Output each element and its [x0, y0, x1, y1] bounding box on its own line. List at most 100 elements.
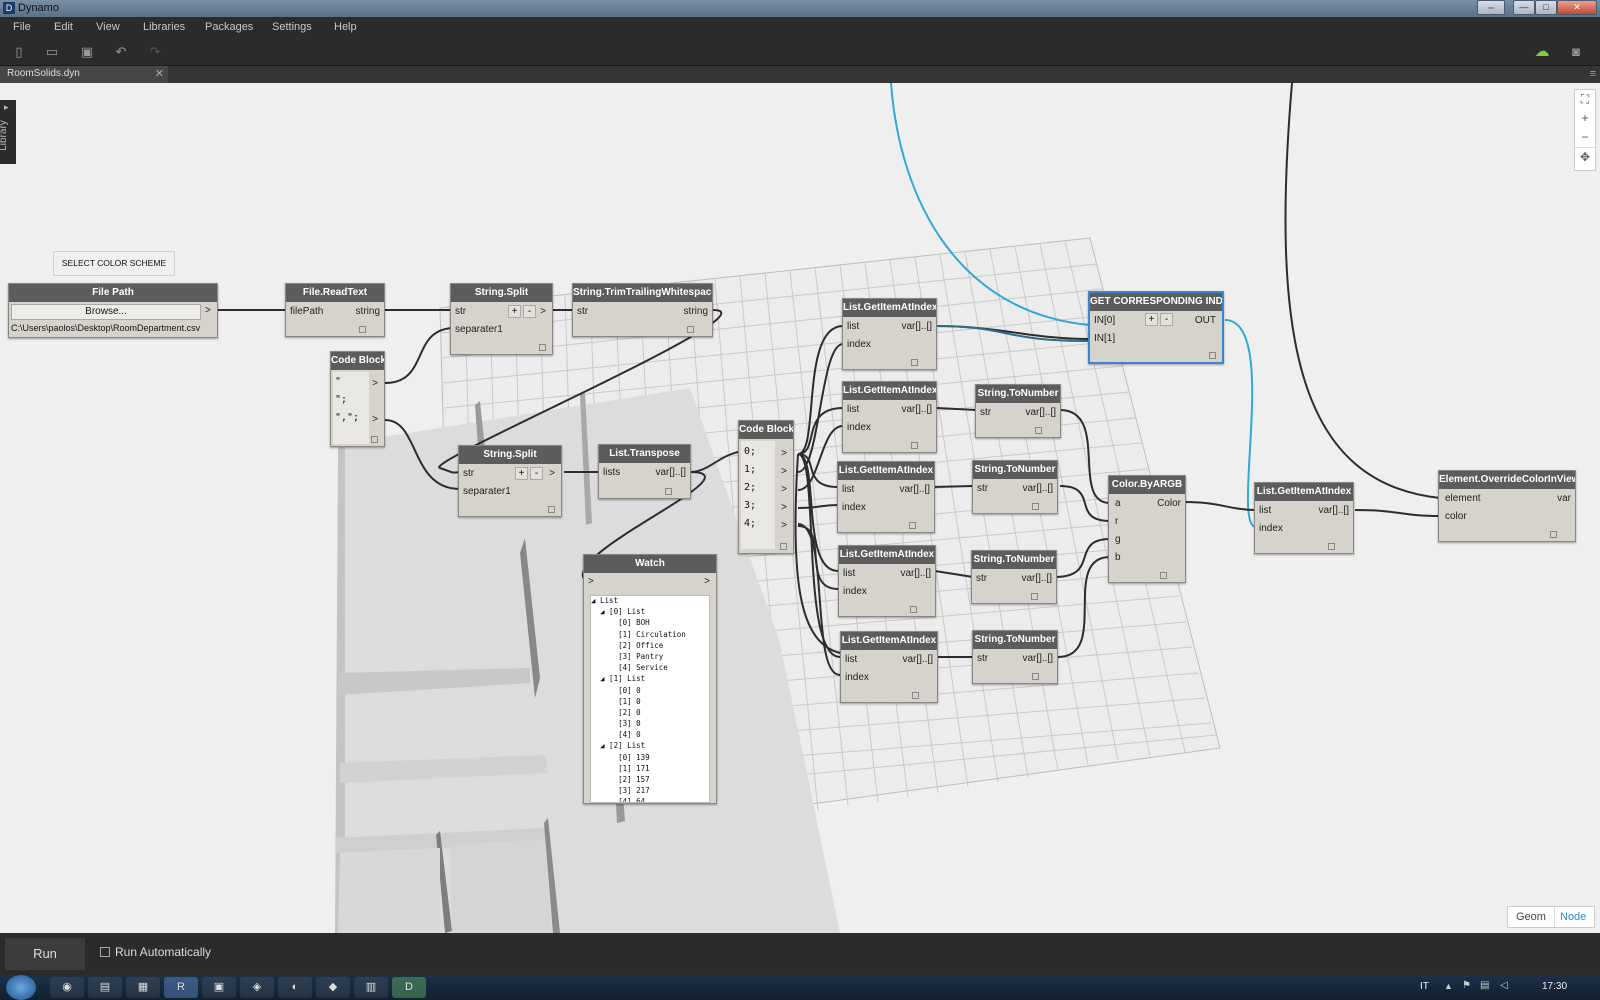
output-port-var[interactable]: var[]..[]: [899, 484, 930, 495]
watch-tree-item[interactable]: [0] BOH: [591, 618, 709, 629]
node-string-tonumber-3[interactable]: String.ToNumber str var[]..[]: [971, 550, 1057, 604]
output-port[interactable]: >: [549, 468, 555, 479]
node-list-getitematindex-3[interactable]: List.GetItemAtIndex list index var[]..[]: [837, 461, 935, 533]
node-color-byargb[interactable]: Color.ByARGB a r g b Color: [1108, 475, 1186, 583]
output-port-var[interactable]: var[]..[]: [900, 568, 931, 579]
action-center-icon[interactable]: ⚑: [1462, 980, 1471, 991]
node-list-getitematindex-final[interactable]: List.GetItemAtIndex list index var[]..[]: [1254, 482, 1354, 554]
menu-libraries[interactable]: Libraries: [143, 21, 185, 33]
input-port-separator[interactable]: separater1: [455, 324, 503, 335]
preview-toggle-icon[interactable]: [780, 543, 787, 550]
code-line[interactable]: ": [335, 376, 341, 387]
watch-tree-item[interactable]: ◢ [1] List: [591, 674, 709, 685]
input-port-lists[interactable]: lists: [603, 467, 620, 478]
tray-expand-icon[interactable]: ▲: [1444, 981, 1453, 991]
watch-tree-item[interactable]: [1] 171: [591, 764, 709, 775]
add-input-button[interactable]: +: [1145, 313, 1158, 326]
menu-help[interactable]: Help: [334, 21, 357, 33]
node-code-block-separators[interactable]: Code Block " "; ","; > >: [330, 351, 385, 447]
output-port-string[interactable]: string: [684, 306, 708, 317]
graph-canvas[interactable]: ▸ Library SELECT COLOR SCHEME FILE File …: [0, 83, 1600, 933]
watch-tree-item[interactable]: [1] 0: [591, 697, 709, 708]
input-port-list[interactable]: list: [845, 654, 857, 665]
watch-tree-item[interactable]: [3] Pantry: [591, 652, 709, 663]
input-port-str[interactable]: str: [463, 468, 474, 479]
node-string-tonumber-2[interactable]: String.ToNumber str var[]..[]: [972, 460, 1058, 514]
input-port-filepath[interactable]: filePath: [290, 306, 323, 317]
input-port-element[interactable]: element: [1445, 493, 1481, 504]
watch-tree-item[interactable]: [0] 0: [591, 686, 709, 697]
preview-toggle-icon[interactable]: [1035, 427, 1042, 434]
output-port-var[interactable]: var[]..[]: [1318, 505, 1349, 516]
output-port-var[interactable]: var[]..[]: [901, 321, 932, 332]
input-port-separator[interactable]: separater1: [463, 486, 511, 497]
library-panel-tab[interactable]: ▸ Library: [0, 100, 16, 164]
preview-toggle-icon[interactable]: [1032, 503, 1039, 510]
menu-settings[interactable]: Settings: [272, 21, 312, 33]
preview-toggle-icon[interactable]: [910, 606, 917, 613]
explorer-taskbar-icon[interactable]: ▤: [88, 977, 122, 998]
preview-toggle-icon[interactable]: [909, 522, 916, 529]
app-taskbar-icon[interactable]: ◈: [240, 977, 274, 998]
zoom-in-icon[interactable]: +: [1575, 109, 1595, 128]
preview-toggle-icon[interactable]: [911, 442, 918, 449]
workspace-tab[interactable]: RoomSolids.dyn ✕: [0, 66, 168, 83]
remove-input-button[interactable]: -: [523, 305, 536, 318]
close-window-button[interactable]: ✕: [1557, 0, 1597, 15]
close-tab-icon[interactable]: ✕: [155, 67, 164, 80]
input-port-str[interactable]: str: [980, 407, 991, 418]
zoom-out-icon[interactable]: −: [1575, 128, 1595, 147]
input-port-index[interactable]: index: [845, 672, 869, 683]
menu-file[interactable]: File: [13, 21, 31, 33]
input-port-list[interactable]: list: [847, 321, 859, 332]
watch-tree-item[interactable]: [1] Circulation: [591, 630, 709, 641]
output-port[interactable]: >: [372, 378, 378, 389]
input-port-index[interactable]: index: [842, 502, 866, 513]
run-automatically-checkbox[interactable]: [100, 947, 110, 957]
node-list-getitematindex-2[interactable]: List.GetItemAtIndex list index var[]..[]: [842, 381, 937, 453]
pan-icon[interactable]: ✥: [1575, 147, 1595, 166]
output-port[interactable]: >: [372, 414, 378, 425]
input-port-r[interactable]: r: [1115, 516, 1118, 527]
menu-view[interactable]: View: [96, 21, 120, 33]
watch-tree-item[interactable]: ◢ [0] List: [591, 607, 709, 618]
node-file-path[interactable]: File Path Browse... > C:\Users\paolos\De…: [8, 283, 218, 338]
app-taskbar-icon[interactable]: ▥: [354, 977, 388, 998]
node-string-split-1[interactable]: String.Split str separater1 + - >: [450, 283, 553, 355]
preview-toggle-icon[interactable]: [539, 344, 546, 351]
input-port-str[interactable]: str: [455, 306, 466, 317]
code-line[interactable]: 2;: [744, 482, 756, 493]
input-port-str[interactable]: str: [976, 573, 987, 584]
input-port-index[interactable]: index: [843, 586, 867, 597]
run-automatically-toggle[interactable]: Run Automatically: [100, 945, 211, 959]
clock[interactable]: 17:30: [1542, 981, 1567, 992]
preview-toggle-icon[interactable]: [359, 326, 366, 333]
add-input-button[interactable]: +: [508, 305, 521, 318]
preview-toggle-icon[interactable]: [665, 488, 672, 495]
preview-toggle-icon[interactable]: [548, 506, 555, 513]
watch-tree-item[interactable]: [4] 64: [591, 797, 709, 802]
input-port-list[interactable]: list: [842, 484, 854, 495]
minimize-button[interactable]: —: [1513, 0, 1535, 15]
calculator-taskbar-icon[interactable]: ▦: [126, 977, 160, 998]
input-port-list[interactable]: list: [1259, 505, 1271, 516]
preview-toggle-icon[interactable]: [912, 692, 919, 699]
tab-menu-icon[interactable]: ≡: [1590, 68, 1596, 80]
output-port-color[interactable]: Color: [1157, 498, 1181, 509]
node-list-getitematindex-5[interactable]: List.GetItemAtIndex list index var[]..[]: [840, 631, 938, 703]
input-port-in1[interactable]: IN[1]: [1094, 333, 1115, 344]
input-port-str[interactable]: str: [577, 306, 588, 317]
watch-tree-item[interactable]: [2] 0: [591, 708, 709, 719]
preview-toggle-icon[interactable]: [1328, 543, 1335, 550]
node-string-split-2[interactable]: String.Split str separater1 + - >: [458, 445, 562, 517]
code-line[interactable]: ",";: [335, 412, 359, 423]
preview-toggle-icon[interactable]: [911, 359, 918, 366]
watch-tree-item[interactable]: [3] 217: [591, 786, 709, 797]
run-button[interactable]: Run: [5, 938, 85, 970]
revit-taskbar-icon[interactable]: R: [164, 977, 198, 998]
input-port-index[interactable]: index: [847, 339, 871, 350]
node-list-getitematindex-1[interactable]: List.GetItemAtIndex list index var[]..[]: [842, 298, 937, 370]
code-line[interactable]: 0;: [744, 446, 756, 457]
output-port-var[interactable]: var: [1557, 493, 1571, 504]
output-port[interactable]: >: [704, 576, 710, 587]
